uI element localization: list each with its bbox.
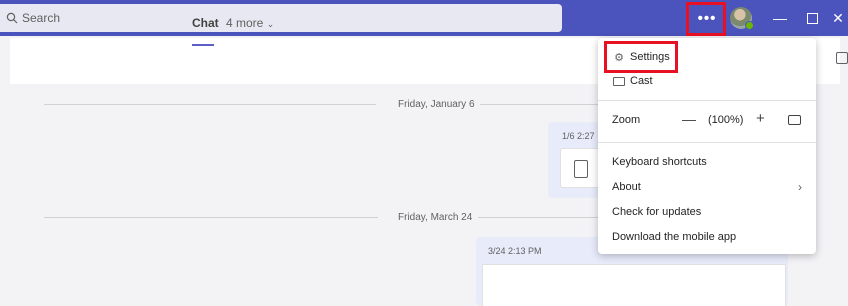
minimize-button[interactable]: — [766, 0, 794, 36]
menu-divider [598, 142, 816, 143]
message-timestamp: 3/24 2:13 PM [488, 246, 542, 256]
menu-item-label: Keyboard shortcuts [612, 156, 707, 168]
maximize-icon [806, 12, 818, 24]
menu-item-download-mobile-app[interactable]: Download the mobile app [598, 226, 816, 248]
date-divider [44, 217, 378, 218]
menu-item-label: Check for updates [612, 206, 702, 218]
zoom-out-button[interactable]: — [682, 111, 696, 127]
minimize-icon: — [773, 10, 787, 26]
menu-item-keyboard-shortcuts[interactable]: Keyboard shortcuts [598, 151, 816, 173]
popout-icon[interactable] [836, 52, 848, 64]
tab-more-label: 4 more [226, 16, 264, 30]
menu-item-label: About [612, 181, 641, 193]
tab-more-dropdown[interactable]: 4 more ⌄ [226, 16, 274, 30]
zoom-row: Zoom — (100%) + [598, 110, 816, 132]
zoom-level: (100%) [708, 114, 744, 126]
search-icon [6, 12, 18, 24]
chevron-down-icon: ⌄ [266, 19, 275, 29]
menu-item-label: Cast [630, 75, 653, 87]
menu-item-check-for-updates[interactable]: Check for updates [598, 201, 816, 223]
menu-item-label: Download the mobile app [612, 231, 737, 243]
tab-chat-indicator [192, 44, 214, 46]
date-divider [44, 104, 376, 105]
avatar [730, 7, 754, 30]
zoom-label: Zoom [612, 114, 641, 126]
date-label: Friday, January 6 [398, 99, 475, 110]
settings-highlight [604, 41, 678, 73]
cast-icon [612, 75, 626, 87]
maximize-button[interactable] [798, 0, 826, 36]
date-label: Friday, March 24 [398, 212, 473, 223]
more-button-highlight [686, 2, 726, 36]
profile-avatar-button[interactable] [728, 0, 754, 36]
date-divider [478, 217, 598, 218]
date-divider [480, 104, 600, 105]
tab-chat[interactable]: Chat [192, 16, 219, 30]
zoom-reset-icon[interactable] [788, 115, 801, 125]
close-button[interactable]: ✕ [828, 0, 848, 36]
menu-divider [598, 100, 816, 101]
menu-item-about[interactable]: About › [598, 176, 816, 198]
chevron-right-icon: › [798, 180, 802, 194]
message-content [482, 264, 786, 306]
zoom-in-button[interactable]: + [756, 110, 765, 127]
message-timestamp: 1/6 2:27 [562, 131, 595, 141]
search-input[interactable]: Search [0, 4, 562, 32]
close-icon: ✕ [832, 9, 844, 26]
file-icon [574, 160, 588, 178]
presence-available-icon [745, 21, 754, 30]
menu-item-cast[interactable]: Cast [598, 70, 816, 92]
search-placeholder: Search [22, 11, 61, 25]
